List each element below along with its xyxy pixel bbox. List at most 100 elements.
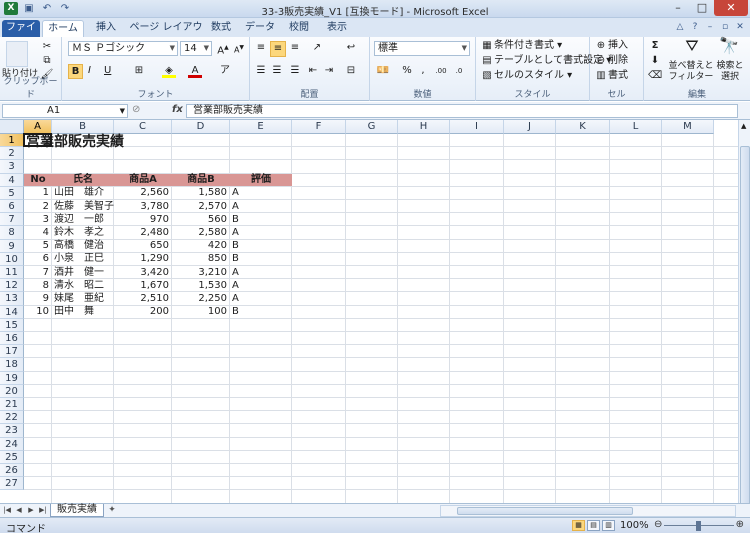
maximize-icon[interactable]: □ <box>690 0 714 16</box>
close-icon[interactable]: ✕ <box>714 0 748 16</box>
find-select-button[interactable]: 検索と 選択 <box>714 61 746 83</box>
row-header-7[interactable]: 7 <box>0 213 24 227</box>
align-center-icon[interactable]: ☰ <box>270 64 284 78</box>
column-header-e[interactable]: E <box>230 120 292 134</box>
row-header-17[interactable]: 17 <box>0 345 24 359</box>
autosum-icon[interactable]: Σ <box>648 39 662 53</box>
zoom-in-icon[interactable]: ⊕ <box>736 519 744 530</box>
tab-file[interactable]: ファイル <box>2 20 40 49</box>
row-header-16[interactable]: 16 <box>0 332 24 346</box>
row-header-26[interactable]: 26 <box>0 464 24 478</box>
bold-button[interactable]: B <box>68 64 83 79</box>
row-header-23[interactable]: 23 <box>0 424 24 438</box>
doc-minimize-icon[interactable]: – <box>704 21 716 33</box>
decrease-decimal-icon[interactable]: .0 <box>452 64 466 78</box>
tab-data[interactable]: データ <box>240 20 280 37</box>
format-cells-button[interactable]: ▥ 書式 <box>594 69 628 83</box>
column-header-b[interactable]: B <box>52 120 114 134</box>
zoom-level[interactable]: 100% <box>620 520 649 531</box>
font-color-icon[interactable]: A <box>188 64 202 78</box>
column-header-i[interactable]: I <box>450 120 504 134</box>
align-middle-icon[interactable]: ≡ <box>270 41 286 57</box>
increase-decimal-icon[interactable]: .00 <box>434 64 448 78</box>
row-header-4[interactable]: 4 <box>0 173 24 187</box>
font-size-combo[interactable]: 14 ▼ <box>180 41 212 56</box>
selected-cell-a1[interactable] <box>23 133 52 148</box>
number-format-combo[interactable]: 標準 ▼ <box>374 41 470 56</box>
shrink-font-icon[interactable]: A▼ <box>232 41 246 58</box>
fill-color-icon[interactable]: ◈ <box>162 64 176 78</box>
row-header-24[interactable]: 24 <box>0 437 24 451</box>
tab-view[interactable]: 表示 <box>320 20 354 37</box>
tab-formulas[interactable]: 数式 <box>206 20 236 37</box>
tab-insert[interactable]: 挿入 <box>88 20 124 37</box>
zoom-slider[interactable]: ⊖ ⊕ <box>654 519 744 531</box>
row-header-3[interactable]: 3 <box>0 160 24 174</box>
row-header-15[interactable]: 15 <box>0 318 24 332</box>
align-bottom-icon[interactable]: ≡ <box>288 41 302 55</box>
row-header-6[interactable]: 6 <box>0 200 24 214</box>
row-header-9[interactable]: 9 <box>0 239 24 253</box>
cancel-entry-icon[interactable]: ⊘ <box>132 104 140 115</box>
comma-icon[interactable]: , <box>416 64 430 78</box>
row-header-21[interactable]: 21 <box>0 398 24 412</box>
sheet-tab-sales[interactable]: 販売実績 <box>50 504 104 517</box>
insert-cells-button[interactable]: ⊕ 挿入 <box>594 39 628 53</box>
phonetic-icon[interactable]: ア <box>218 64 232 78</box>
row-header-22[interactable]: 22 <box>0 411 24 425</box>
minimize-icon[interactable]: – <box>666 0 690 16</box>
wrap-text-icon[interactable]: ↩ <box>344 41 358 55</box>
align-left-icon[interactable]: ☰ <box>254 64 268 78</box>
row-header-10[interactable]: 10 <box>0 252 24 266</box>
name-box[interactable]: A1 ▼ <box>2 104 128 118</box>
row-header-5[interactable]: 5 <box>0 186 24 200</box>
column-header-f[interactable]: F <box>292 120 346 134</box>
percent-icon[interactable]: % <box>400 64 414 78</box>
underline-button[interactable]: U <box>104 64 111 78</box>
page-layout-view-icon[interactable]: ▤ <box>587 520 600 531</box>
increase-indent-icon[interactable]: ⇥ <box>322 64 336 78</box>
row-header-20[interactable]: 20 <box>0 384 24 398</box>
paste-icon[interactable] <box>6 41 28 67</box>
sort-filter-button[interactable]: 並べ替えと フィルター <box>668 61 714 83</box>
font-name-combo[interactable]: ＭＳ Ｐゴシック ▼ <box>68 41 178 56</box>
column-header-j[interactable]: J <box>504 120 556 134</box>
new-sheet-icon[interactable]: ✦ <box>104 505 120 516</box>
insert-function-button[interactable]: fx <box>172 104 183 115</box>
borders-icon[interactable]: ⊞ <box>132 64 146 78</box>
fill-icon[interactable]: ⬇ <box>648 54 662 68</box>
clear-icon[interactable]: ⌫ <box>648 69 662 83</box>
zoom-out-icon[interactable]: ⊖ <box>654 519 662 530</box>
horizontal-scroll-thumb[interactable] <box>457 507 633 515</box>
worksheet-grid[interactable]: A B C D E F G H I J K L M 1 2 3 4 5 6 7 8 9 10 11 12 13 14 15 16 17 18… <box>0 120 738 503</box>
italic-button[interactable]: I <box>88 64 91 78</box>
column-header-l[interactable]: L <box>610 120 662 134</box>
column-header-m[interactable]: M <box>662 120 714 134</box>
row-header-1[interactable]: 1 <box>0 134 24 148</box>
grow-font-icon[interactable]: A▲ <box>216 41 230 58</box>
column-header-g[interactable]: G <box>346 120 398 134</box>
copy-icon[interactable]: ⧉ <box>40 54 54 68</box>
column-header-d[interactable]: D <box>172 120 230 134</box>
normal-view-icon[interactable]: ▦ <box>572 520 585 531</box>
row-header-14[interactable]: 14 <box>0 305 24 319</box>
orientation-icon[interactable]: ↗ <box>310 41 324 55</box>
tab-page-layout[interactable]: ページ レイアウト <box>128 20 204 49</box>
sort-filter-icon[interactable]: ⛛ <box>674 38 710 59</box>
scroll-up-icon[interactable]: ▲ <box>741 122 746 130</box>
doc-close-icon[interactable]: ✕ <box>734 21 746 33</box>
vertical-scroll-thumb[interactable] <box>740 146 750 506</box>
last-sheet-icon[interactable]: ▶| <box>38 505 48 516</box>
help-icon[interactable]: ? <box>689 21 701 33</box>
zoom-knob[interactable] <box>696 521 701 531</box>
first-sheet-icon[interactable]: |◀ <box>2 505 12 516</box>
doc-restore-icon[interactable]: ▫ <box>719 21 731 33</box>
merge-center-icon[interactable]: ⊟ <box>344 64 358 78</box>
select-all-corner[interactable] <box>0 120 24 134</box>
row-header-18[interactable]: 18 <box>0 358 24 372</box>
row-header-19[interactable]: 19 <box>0 371 24 385</box>
cut-icon[interactable]: ✂ <box>40 40 54 54</box>
align-right-icon[interactable]: ☰ <box>288 64 302 78</box>
row-header-12[interactable]: 12 <box>0 279 24 293</box>
horizontal-scrollbar[interactable] <box>440 505 736 517</box>
